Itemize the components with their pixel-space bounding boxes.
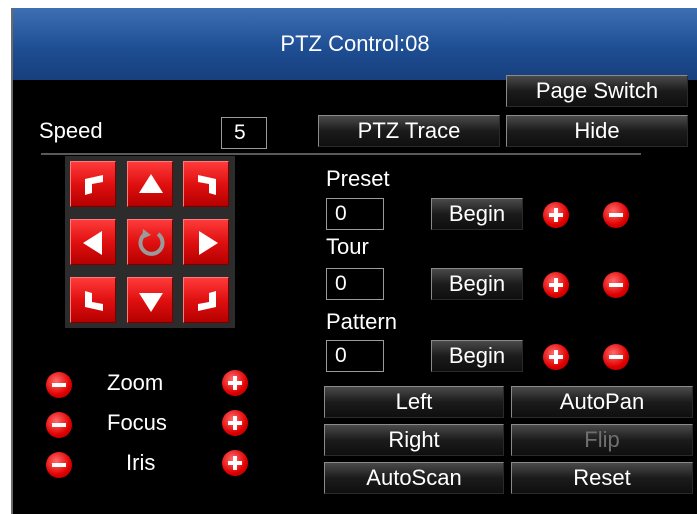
arrow-left-icon[interactable] [70,219,116,265]
minus-icon[interactable] [603,202,629,228]
speed-input[interactable]: 5 [221,117,267,149]
direction-pad [65,156,235,328]
arrow-up-right-icon[interactable] [183,161,229,207]
divider [41,153,641,155]
autopan-button[interactable]: AutoPan [511,386,693,418]
focus-minus-icon[interactable] [46,412,72,438]
arrow-down-icon[interactable] [127,277,173,323]
ptz-trace-button[interactable]: PTZ Trace [318,115,500,147]
iris-plus-icon[interactable] [222,450,248,476]
ptz-control-window: PTZ Control:08 Page Switch Speed 5 PTZ T… [11,8,697,514]
pattern-label: Pattern [326,309,397,334]
reset-button[interactable]: Reset [511,462,693,494]
preset-input[interactable]: 0 [326,198,384,230]
plus-icon[interactable] [543,202,569,228]
rotate-icon[interactable] [127,219,173,265]
arrow-down-right-icon[interactable] [183,277,229,323]
pattern-input[interactable]: 0 [326,340,384,372]
iris-minus-icon[interactable] [46,452,72,478]
flip-button[interactable]: Flip [511,424,693,456]
zoom-out-icon[interactable] [46,372,72,398]
tour-input[interactable]: 0 [326,268,384,300]
zoom-label: Zoom [107,370,164,395]
arrow-up-icon[interactable] [127,161,173,207]
tour-begin-button[interactable]: Begin [431,268,523,300]
arrow-right-icon[interactable] [183,219,229,265]
focus-label: Focus [107,410,167,435]
left-button[interactable]: Left [324,386,504,418]
plus-icon[interactable] [543,344,569,370]
autoscan-button[interactable]: AutoScan [324,462,504,494]
arrow-down-left-icon[interactable] [70,277,116,323]
zoom-in-icon[interactable] [222,370,248,396]
page-switch-button[interactable]: Page Switch [506,75,688,107]
window-title: PTZ Control:08 [13,8,697,80]
preset-label: Preset [326,166,390,191]
minus-icon[interactable] [603,272,629,298]
minus-icon[interactable] [603,344,629,370]
right-button[interactable]: Right [324,424,504,456]
preset-begin-button[interactable]: Begin [431,198,523,230]
speed-label: Speed [39,118,103,143]
pattern-begin-button[interactable]: Begin [431,340,523,372]
hide-button[interactable]: Hide [506,115,688,147]
focus-plus-icon[interactable] [222,410,248,436]
arrow-up-left-icon[interactable] [70,161,116,207]
iris-label: Iris [126,450,156,475]
tour-label: Tour [326,234,369,259]
plus-icon[interactable] [543,272,569,298]
